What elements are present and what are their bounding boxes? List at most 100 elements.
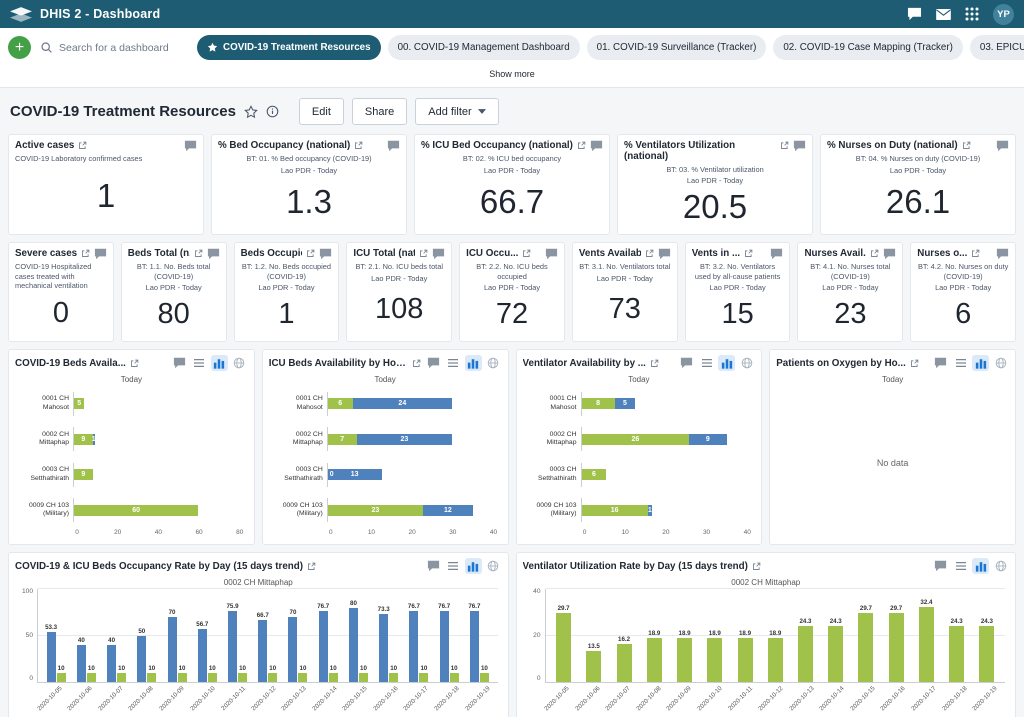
chat-icon[interactable]	[94, 248, 107, 260]
open-in-app-icon[interactable]	[307, 562, 316, 571]
messages-icon[interactable]	[936, 9, 951, 20]
open-in-app-icon[interactable]	[354, 141, 363, 150]
kpi-card[interactable]: Nurses Avail...BT: 4.1. No. Nurses total…	[797, 242, 903, 342]
card-title[interactable]: Vents Availab...	[579, 248, 641, 259]
chat-icon[interactable]	[932, 355, 949, 371]
bar-chart-icon[interactable]	[211, 355, 228, 371]
chart-card-beds-occupancy-trend[interactable]: COVID-19 & ICU Beds Occupancy Rate by Da…	[8, 552, 509, 717]
pivot-table-icon[interactable]	[952, 558, 969, 574]
chat-icon[interactable]	[590, 140, 603, 152]
chat-icon[interactable]	[883, 248, 896, 260]
chat-icon[interactable]	[996, 140, 1009, 152]
chat-icon[interactable]	[793, 140, 806, 152]
bar-chart-icon[interactable]	[718, 355, 735, 371]
map-globe-icon[interactable]	[738, 355, 755, 371]
bar-chart-icon[interactable]	[465, 558, 482, 574]
card-title[interactable]: Patients on Oxygen by Ho...	[776, 358, 906, 369]
chart-card-ventilator-availability[interactable]: Ventilator Availability by ... Today 000…	[516, 349, 763, 545]
card-title[interactable]: Severe cases	[15, 248, 77, 259]
kpi-card[interactable]: % Bed Occupancy (national)BT: 01. % Bed …	[211, 134, 407, 235]
chat-icon[interactable]	[425, 355, 442, 371]
pivot-table-icon[interactable]	[698, 355, 715, 371]
chat-icon[interactable]	[171, 355, 188, 371]
new-dashboard-button[interactable]: +	[8, 36, 31, 59]
chip-covid19-treatment-resources[interactable]: COVID-19 Treatment Resources	[197, 35, 381, 60]
pivot-table-icon[interactable]	[952, 355, 969, 371]
open-in-app-icon[interactable]	[412, 359, 421, 368]
bar-chart-icon[interactable]	[972, 355, 989, 371]
open-in-app-icon[interactable]	[130, 359, 139, 368]
card-title[interactable]: Vents in ...	[692, 248, 740, 259]
chat-icon[interactable]	[545, 248, 558, 260]
card-title[interactable]: % Ventilators Utilization (national)	[624, 140, 776, 163]
star-outline-icon[interactable]	[244, 105, 258, 119]
map-globe-icon[interactable]	[485, 355, 502, 371]
open-in-app-icon[interactable]	[306, 249, 315, 258]
chat-icon[interactable]	[207, 248, 220, 260]
kpi-card[interactable]: Beds Total (n...BT: 1.1. No. Beds total …	[121, 242, 227, 342]
pivot-table-icon[interactable]	[191, 355, 208, 371]
interpretations-icon[interactable]	[907, 7, 922, 21]
kpi-card[interactable]: Nurses o...BT: 4.2. No. Nurses on duty (…	[910, 242, 1016, 342]
chip-management-dashboard[interactable]: 00. COVID-19 Management Dashboard	[388, 35, 580, 60]
bar-chart-icon[interactable]	[465, 355, 482, 371]
chat-icon[interactable]	[678, 355, 695, 371]
kpi-card[interactable]: ICU Occu...BT: 2.2. No. ICU beds occupie…	[459, 242, 565, 342]
card-title[interactable]: % Bed Occupancy (national)	[218, 140, 350, 151]
chat-icon[interactable]	[996, 248, 1009, 260]
card-title[interactable]: % Nurses on Duty (national)	[827, 140, 958, 151]
chip-epicurve-by-province[interactable]: 03. EPICURVE by Province	[970, 35, 1024, 60]
kpi-card[interactable]: ICU Total (nat...BT: 2.1. No. ICU beds t…	[346, 242, 452, 342]
kpi-card[interactable]: Vents Availab...BT: 3.1. No. Ventilators…	[572, 242, 678, 342]
open-in-app-icon[interactable]	[577, 141, 586, 150]
chat-icon[interactable]	[932, 558, 949, 574]
kpi-card[interactable]: % ICU Bed Occupancy (national)BT: 02. % …	[414, 134, 610, 235]
card-title[interactable]: % ICU Bed Occupancy (national)	[421, 140, 573, 151]
chat-icon[interactable]	[319, 248, 332, 260]
share-button[interactable]: Share	[352, 98, 407, 125]
kpi-card[interactable]: % Ventilators Utilization (national)BT: …	[617, 134, 813, 235]
pivot-table-icon[interactable]	[445, 355, 462, 371]
card-title[interactable]: Ventilator Utilization Rate by Day (15 d…	[523, 561, 748, 572]
show-more-button[interactable]: Show more	[489, 69, 535, 79]
chip-case-mapping-tracker[interactable]: 02. COVID-19 Case Mapping (Tracker)	[773, 35, 963, 60]
card-title[interactable]: COVID-19 & ICU Beds Occupancy Rate by Da…	[15, 561, 303, 572]
kpi-card[interactable]: Active casesCOVID-19 Laboratory confirme…	[8, 134, 204, 235]
open-in-app-icon[interactable]	[744, 249, 753, 258]
open-in-app-icon[interactable]	[650, 359, 659, 368]
open-in-app-icon[interactable]	[645, 249, 654, 258]
chat-icon[interactable]	[770, 248, 783, 260]
chat-icon[interactable]	[184, 140, 197, 152]
kpi-card[interactable]: Severe casesCOVID-19 Hospitalized cases …	[8, 242, 114, 342]
user-avatar[interactable]: YP	[993, 4, 1014, 25]
open-in-app-icon[interactable]	[419, 249, 428, 258]
chat-icon[interactable]	[387, 140, 400, 152]
card-title[interactable]: Nurses o...	[917, 248, 967, 259]
open-in-app-icon[interactable]	[78, 141, 87, 150]
chat-icon[interactable]	[432, 248, 445, 260]
map-globe-icon[interactable]	[992, 355, 1009, 371]
card-title[interactable]: COVID-19 Beds Availa...	[15, 358, 126, 369]
card-title[interactable]: Beds Occupie...	[241, 248, 303, 259]
card-title[interactable]: ICU Total (nat...	[353, 248, 415, 259]
open-in-app-icon[interactable]	[522, 249, 531, 258]
open-in-app-icon[interactable]	[910, 359, 919, 368]
kpi-card[interactable]: % Nurses on Duty (national)BT: 04. % Nur…	[820, 134, 1016, 235]
info-icon[interactable]	[266, 105, 279, 118]
chip-surveillance-tracker[interactable]: 01. COVID-19 Surveillance (Tracker)	[587, 35, 767, 60]
open-in-app-icon[interactable]	[81, 249, 90, 258]
pivot-table-icon[interactable]	[445, 558, 462, 574]
card-title[interactable]: Ventilator Availability by ...	[523, 358, 646, 369]
map-globe-icon[interactable]	[231, 355, 248, 371]
open-in-app-icon[interactable]	[780, 141, 789, 150]
dhis2-logo-icon[interactable]	[10, 7, 32, 22]
card-title[interactable]: Active cases	[15, 140, 74, 151]
kpi-card[interactable]: Beds Occupie...BT: 1.2. No. Beds occupie…	[234, 242, 340, 342]
open-in-app-icon[interactable]	[752, 562, 761, 571]
open-in-app-icon[interactable]	[971, 249, 980, 258]
chat-icon[interactable]	[658, 248, 671, 260]
card-title[interactable]: ICU Beds Availability by Hos...	[269, 358, 408, 369]
map-globe-icon[interactable]	[485, 558, 502, 574]
card-title[interactable]: ICU Occu...	[466, 248, 518, 259]
chart-card-patients-on-oxygen[interactable]: Patients on Oxygen by Ho... Today No dat…	[769, 349, 1016, 545]
